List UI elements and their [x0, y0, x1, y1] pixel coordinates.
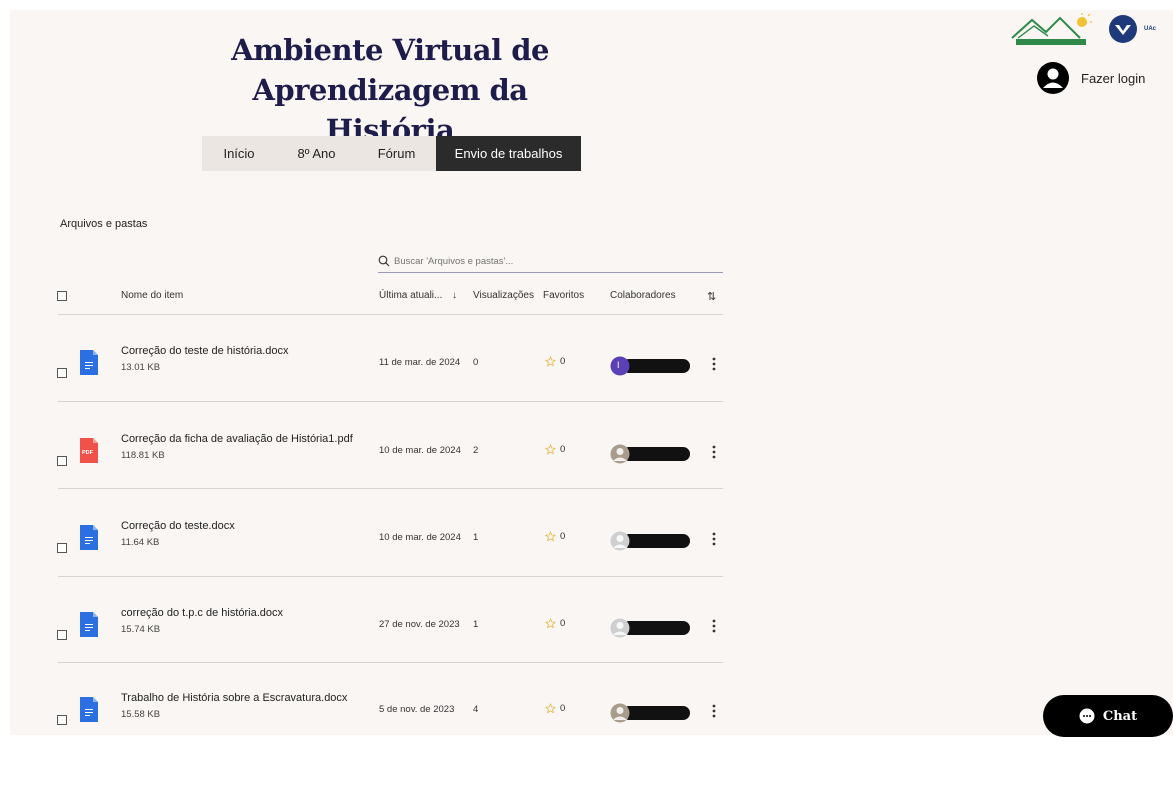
ebs-nordeste-logo [1011, 13, 1092, 45]
login-button[interactable]: Fazer login [1037, 62, 1145, 94]
favorite-count: 0 [560, 703, 566, 714]
row-checkbox[interactable] [57, 715, 67, 725]
collaborator-cell[interactable] [610, 531, 706, 556]
col-collaborators-header[interactable]: Colaboradores [610, 290, 676, 301]
favorite-count: 0 [560, 356, 566, 367]
file-date: 10 de mar. de 2024 [379, 532, 461, 543]
favorite-toggle[interactable]: 0 [545, 356, 565, 367]
more-options-icon[interactable] [710, 617, 718, 635]
collaborator-cell[interactable] [610, 444, 706, 469]
avatar-initial: I [617, 360, 620, 370]
file-date: 27 de nov. de 2023 [379, 619, 460, 630]
row-divider [58, 401, 723, 402]
file-name[interactable]: correção do t.p.c de história.docx [121, 607, 283, 619]
star-icon [545, 618, 556, 629]
sort-direction-icon[interactable]: ↓ [452, 290, 457, 301]
site-title-line1: Ambiente Virtual de [231, 33, 549, 67]
partner-logos: UAc [1010, 12, 1156, 46]
row-checkbox[interactable] [57, 543, 67, 553]
row-checkbox[interactable] [57, 456, 67, 466]
file-views: 1 [473, 619, 479, 630]
nav-item-envio-de-trabalhos[interactable]: Envio de trabalhos [436, 136, 581, 171]
file-size: 15.58 KB [121, 709, 161, 720]
row-divider [58, 662, 723, 663]
star-icon [545, 703, 556, 714]
search-icon [378, 255, 390, 267]
doc-file-icon [80, 697, 98, 722]
collaborator-cell[interactable]: I [610, 356, 706, 381]
row-checkbox[interactable] [57, 368, 67, 378]
main-nav: Início 8º Ano Fórum Envio de trabalhos [202, 136, 581, 171]
file-name[interactable]: Correção da ficha de avaliação de Histór… [121, 433, 353, 445]
header-divider [58, 314, 723, 315]
chat-button[interactable]: Chat [1043, 695, 1173, 737]
doc-file-icon [80, 525, 98, 550]
favorite-count: 0 [560, 618, 566, 629]
col-views-header[interactable]: Visualizações [473, 290, 534, 301]
star-icon [545, 356, 556, 367]
collaborator-avatar [610, 444, 690, 464]
sort-toggle-icon[interactable]: ⇅ [707, 290, 716, 303]
file-size: 15.74 KB [121, 624, 161, 635]
chat-bubble-icon [1079, 708, 1095, 724]
collaborator-cell[interactable] [610, 703, 706, 728]
more-options-icon[interactable] [710, 702, 718, 720]
more-options-icon[interactable] [710, 530, 718, 548]
search-bar [378, 250, 723, 273]
star-icon [545, 531, 556, 542]
doc-file-icon [80, 350, 98, 375]
file-size: 11.64 KB [121, 537, 160, 548]
nav-item-inicio[interactable]: Início [202, 136, 276, 171]
more-options-icon[interactable] [710, 355, 718, 373]
file-views: 2 [473, 445, 479, 456]
file-name[interactable]: Correção do teste.docx [121, 520, 235, 532]
collaborator-avatar [610, 356, 690, 376]
favorite-toggle[interactable]: 0 [545, 618, 565, 629]
file-date: 11 de mar. de 2024 [379, 357, 461, 368]
collaborator-avatar [610, 531, 690, 551]
favorite-toggle[interactable]: 0 [545, 444, 565, 455]
file-size: 118.81 KB [121, 450, 165, 461]
nav-item-8-ano[interactable]: 8º Ano [276, 136, 357, 171]
collaborator-avatar [610, 703, 690, 723]
favorite-toggle[interactable]: 0 [545, 703, 565, 714]
uac-logo-text: UAc [1144, 26, 1157, 32]
search-input[interactable] [394, 255, 694, 267]
row-checkbox[interactable] [57, 630, 67, 640]
row-divider [58, 576, 723, 577]
nav-item-forum[interactable]: Fórum [357, 136, 436, 171]
pdf-label: PDF [82, 450, 93, 456]
chat-label: Chat [1102, 708, 1138, 724]
file-size: 13.01 KB [121, 362, 161, 373]
row-divider [58, 488, 723, 489]
file-name[interactable]: Correção do teste de história.docx [121, 345, 289, 357]
login-label: Fazer login [1081, 70, 1146, 86]
file-row[interactable]: Trabalho de História sobre a Escravatura… [0, 692, 1173, 793]
col-updated-header[interactable]: Última atuali... [379, 290, 442, 301]
user-avatar-icon [1037, 62, 1069, 94]
file-views: 1 [473, 532, 479, 543]
section-label: Arquivos e pastas [60, 218, 148, 230]
more-options-icon[interactable] [710, 443, 718, 461]
file-name[interactable]: Trabalho de História sobre a Escravatura… [121, 692, 347, 704]
col-favorites-header[interactable]: Favoritos [543, 290, 584, 301]
file-views: 4 [473, 704, 479, 715]
favorite-count: 0 [560, 531, 566, 542]
collaborator-cell[interactable] [610, 618, 706, 643]
star-icon [545, 444, 556, 455]
col-name-header[interactable]: Nome do item [121, 290, 183, 301]
uac-logo-icon [1109, 15, 1137, 43]
file-date: 10 de mar. de 2024 [379, 445, 461, 456]
site-title: Ambiente Virtual de Aprendizagem da Hist… [200, 30, 580, 150]
select-all-checkbox[interactable] [57, 291, 67, 301]
file-views: 0 [473, 357, 479, 368]
file-date: 5 de nov. de 2023 [379, 704, 455, 715]
pdf-file-icon: PDF [80, 438, 98, 463]
favorite-toggle[interactable]: 0 [545, 531, 565, 542]
favorite-count: 0 [560, 444, 566, 455]
doc-file-icon [80, 612, 98, 637]
collaborator-avatar [610, 618, 690, 638]
